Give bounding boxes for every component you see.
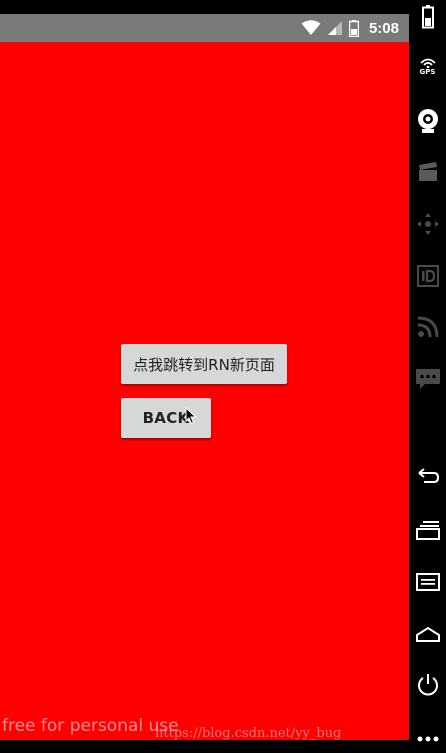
gps-label: GPS: [419, 67, 436, 76]
rss-icon[interactable]: [413, 312, 442, 341]
status-time: 5:08: [368, 19, 399, 37]
emulator-toolbar: GPS: [409, 0, 446, 753]
clapper-icon[interactable]: [413, 157, 442, 186]
camera-icon[interactable]: [413, 106, 442, 135]
back-icon[interactable]: [413, 462, 442, 491]
app-content: 点我跳转到RN新页面 BACK: [0, 42, 409, 740]
power-icon[interactable]: [413, 670, 442, 699]
device-screen: 5:08 点我跳转到RN新页面 BACK free for personal u…: [0, 0, 409, 753]
battery-icon[interactable]: [413, 2, 442, 31]
more-icon[interactable]: [413, 724, 442, 753]
cell-signal-icon: [327, 21, 342, 35]
sms-icon[interactable]: [413, 364, 442, 393]
navigate-rn-page-button[interactable]: 点我跳转到RN新页面: [121, 344, 287, 384]
menu-icon[interactable]: [413, 567, 442, 596]
gps-icon[interactable]: GPS: [413, 52, 442, 81]
bottom-bar: [0, 740, 409, 753]
emulator-frame: 5:08 点我跳转到RN新页面 BACK free for personal u…: [0, 0, 446, 753]
back-button[interactable]: BACK: [121, 398, 211, 438]
home-icon[interactable]: [413, 619, 442, 648]
id-icon[interactable]: [413, 261, 442, 290]
watermark-right: https://blog.csdn.net/yy_bug: [155, 726, 342, 741]
status-icons: 5:08: [301, 14, 399, 42]
battery-icon: [348, 19, 359, 37]
wifi-icon: [301, 20, 321, 35]
watermark-left: free for personal use: [2, 716, 179, 736]
recents-icon[interactable]: [413, 515, 442, 544]
dpad-icon[interactable]: [413, 209, 442, 238]
status-bar: 5:08: [0, 14, 409, 42]
mouse-cursor-icon: [185, 407, 197, 425]
